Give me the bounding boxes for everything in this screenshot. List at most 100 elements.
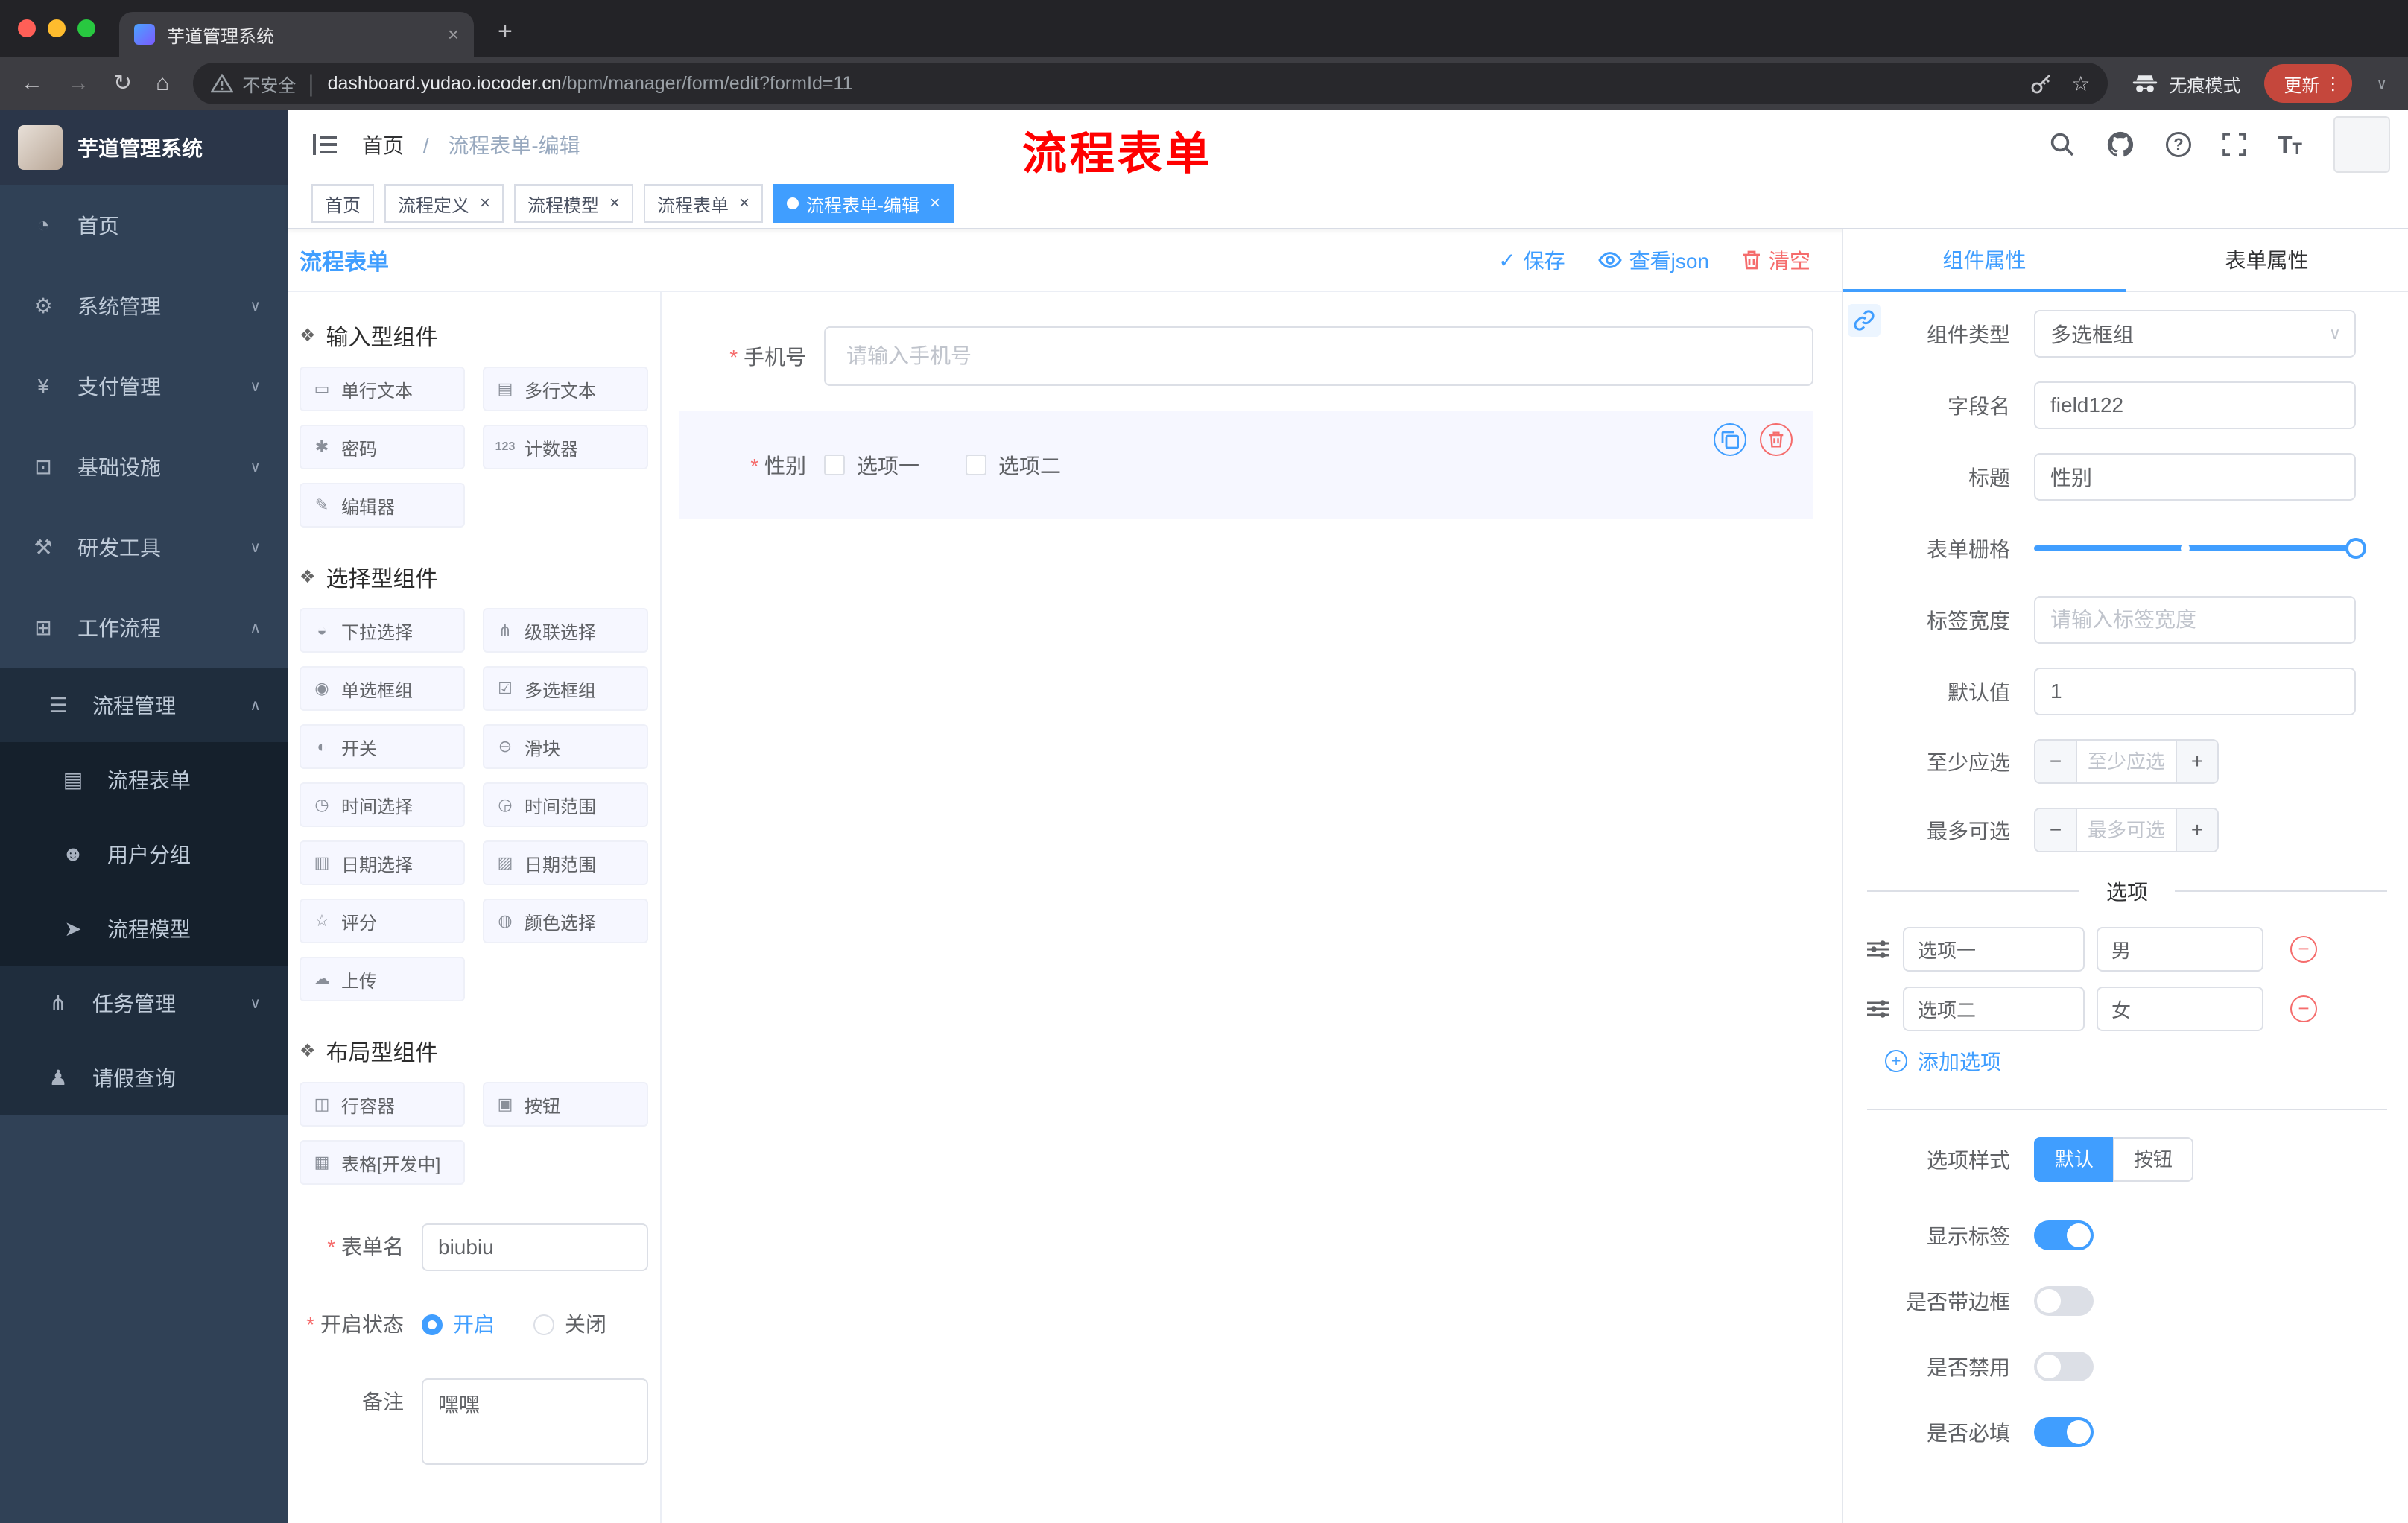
sidebar-item-payment[interactable]: ¥ 支付管理 ∨	[0, 346, 288, 426]
delete-widget-button[interactable]	[1760, 423, 1793, 456]
drag-handle-icon[interactable]	[1867, 999, 1889, 1019]
remove-option-icon[interactable]: −	[2290, 936, 2317, 963]
sidebar-item-process-form[interactable]: ▤ 流程表单	[0, 742, 288, 817]
back-icon[interactable]: ←	[21, 72, 43, 95]
sidebar-item-infra[interactable]: ⊡ 基础设施 ∨	[0, 426, 288, 507]
sidebar-item-home[interactable]: ◔ 首页	[0, 185, 288, 265]
tag-process-model[interactable]: 流程模型 ×	[514, 184, 634, 223]
github-icon[interactable]	[2106, 130, 2135, 159]
sidebar-item-process-model[interactable]: ➤ 流程模型	[0, 891, 288, 966]
maximize-window-button[interactable]	[77, 19, 95, 37]
save-button[interactable]: ✓ 保存	[1498, 245, 1565, 275]
disabled-toggle[interactable]	[2034, 1352, 2094, 1381]
sidebar-item-leave-query[interactable]: ♟ 请假查询	[0, 1040, 288, 1115]
fullscreen-icon[interactable]	[2222, 133, 2246, 156]
title-input[interactable]	[2034, 453, 2356, 501]
increase-button[interactable]: +	[2176, 741, 2217, 782]
palette-item-radio-group[interactable]: ◉ 单选框组	[300, 666, 465, 711]
radio-closed[interactable]: 关闭	[533, 1301, 606, 1349]
decrease-button[interactable]: −	[2035, 809, 2077, 851]
palette-item-rate[interactable]: ☆ 评分	[300, 899, 465, 943]
security-label[interactable]: 不安全	[242, 71, 296, 97]
label-width-input[interactable]	[2034, 596, 2356, 644]
palette-item-switch[interactable]: ◐ 开关	[300, 724, 465, 769]
clear-button[interactable]: 清空	[1742, 245, 1810, 275]
style-button-button[interactable]: 按钮	[2113, 1137, 2194, 1182]
palette-item-color-picker[interactable]: ◍ 颜色选择	[483, 899, 648, 943]
font-size-icon[interactable]: TT	[2278, 131, 2302, 159]
palette-item-select[interactable]: ◒ 下拉选择	[300, 608, 465, 653]
sidebar-item-system[interactable]: ⚙ 系统管理 ∨	[0, 265, 288, 346]
palette-item-date-picker[interactable]: ▥ 日期选择	[300, 840, 465, 885]
show-label-toggle[interactable]	[2034, 1220, 2094, 1250]
widget-phone[interactable]: 手机号	[679, 313, 1813, 399]
new-tab-button[interactable]: +	[498, 17, 513, 46]
required-toggle[interactable]	[2034, 1417, 2094, 1447]
browser-update-button[interactable]: 更新 ⋮	[2264, 64, 2353, 103]
grid-slider[interactable]	[2034, 525, 2366, 572]
radio-open[interactable]: 开启	[422, 1301, 495, 1349]
min-stepper-value[interactable]: 至少应选	[2077, 741, 2176, 782]
style-default-button[interactable]: 默认	[2034, 1137, 2114, 1182]
sidebar-item-devtools[interactable]: ⚒ 研发工具 ∨	[0, 507, 288, 587]
reload-icon[interactable]: ↻	[113, 72, 132, 95]
slider-handle[interactable]	[2345, 538, 2366, 559]
help-icon[interactable]: ?	[2166, 132, 2191, 157]
phone-input[interactable]	[824, 326, 1813, 386]
palette-item-multi-line[interactable]: ▤ 多行文本	[483, 367, 648, 411]
close-icon[interactable]: ×	[480, 193, 490, 214]
close-icon[interactable]: ×	[609, 193, 620, 214]
drag-handle-icon[interactable]	[1867, 940, 1889, 959]
tab-form-props[interactable]: 表单属性	[2126, 229, 2408, 291]
palette-item-time-range[interactable]: ◶ 时间范围	[483, 782, 648, 827]
key-icon[interactable]	[2030, 72, 2053, 95]
palette-item-upload[interactable]: ☁ 上传	[300, 957, 465, 1001]
component-type-value[interactable]	[2034, 310, 2356, 358]
close-icon[interactable]: ×	[739, 193, 750, 214]
hamburger-icon[interactable]	[288, 133, 362, 156]
form-name-input[interactable]	[422, 1223, 648, 1271]
sidebar-item-task-mgmt[interactable]: ⋔ 任务管理 ∨	[0, 966, 288, 1040]
remove-option-icon[interactable]: −	[2290, 995, 2317, 1022]
browser-tab[interactable]: 芋道管理系统 ×	[119, 12, 474, 57]
view-json-button[interactable]: 查看json	[1597, 245, 1709, 275]
link-icon[interactable]	[1848, 304, 1881, 337]
palette-item-time-picker[interactable]: ◷ 时间选择	[300, 782, 465, 827]
forward-icon[interactable]: →	[67, 72, 89, 95]
palette-item-cascader[interactable]: ⋔ 级联选择	[483, 608, 648, 653]
palette-item-row-container[interactable]: ◫ 行容器	[300, 1082, 465, 1127]
search-icon[interactable]	[2050, 132, 2075, 157]
address-bar[interactable]: 不安全 | dashboard.yudao.iocoder.cn /bpm/ma…	[193, 63, 2108, 104]
component-type-select[interactable]: ∨	[2034, 310, 2356, 358]
field-name-input[interactable]	[2034, 381, 2356, 429]
avatar[interactable]	[2333, 116, 2390, 173]
form-canvas[interactable]: 手机号	[662, 292, 1842, 1523]
minimize-window-button[interactable]	[48, 19, 66, 37]
palette-item-editor[interactable]: ✎ 编辑器	[300, 483, 465, 528]
palette-item-password[interactable]: ✱ 密码	[300, 425, 465, 469]
tab-close-icon[interactable]: ×	[448, 23, 459, 46]
widget-gender-selected[interactable]: 性别 选项一 选项二	[679, 411, 1813, 519]
increase-button[interactable]: +	[2176, 809, 2217, 851]
bookmark-star-icon[interactable]: ☆	[2071, 72, 2090, 96]
max-stepper-value[interactable]: 最多可选	[2077, 809, 2176, 851]
palette-item-button[interactable]: ▣ 按钮	[483, 1082, 648, 1127]
sidebar-logo[interactable]: 芋道管理系统	[0, 110, 288, 185]
palette-item-slider[interactable]: ⊖ 滑块	[483, 724, 648, 769]
tag-home[interactable]: 首页	[311, 184, 374, 223]
palette-item-date-range[interactable]: ▨ 日期范围	[483, 840, 648, 885]
tag-process-form-edit[interactable]: 流程表单-编辑 ×	[773, 184, 954, 223]
sidebar-item-workflow[interactable]: ⊞ 工作流程 ∧	[0, 587, 288, 668]
add-option-button[interactable]: + 添加选项	[1885, 1046, 2387, 1076]
option-value-input[interactable]	[2097, 927, 2263, 972]
tag-process-form[interactable]: 流程表单 ×	[644, 184, 764, 223]
checkbox-option-one[interactable]: 选项一	[824, 450, 919, 480]
checkbox-option-two[interactable]: 选项二	[966, 450, 1061, 480]
breadcrumb-home[interactable]: 首页	[362, 134, 404, 157]
copy-widget-button[interactable]	[1714, 423, 1746, 456]
option-value-input[interactable]	[2097, 987, 2263, 1031]
border-toggle[interactable]	[2034, 1286, 2094, 1316]
profile-chevron-icon[interactable]: ∨	[2376, 75, 2387, 93]
option-name-input[interactable]	[1903, 987, 2085, 1031]
sidebar-item-user-group[interactable]: ☻ 用户分组	[0, 817, 288, 891]
